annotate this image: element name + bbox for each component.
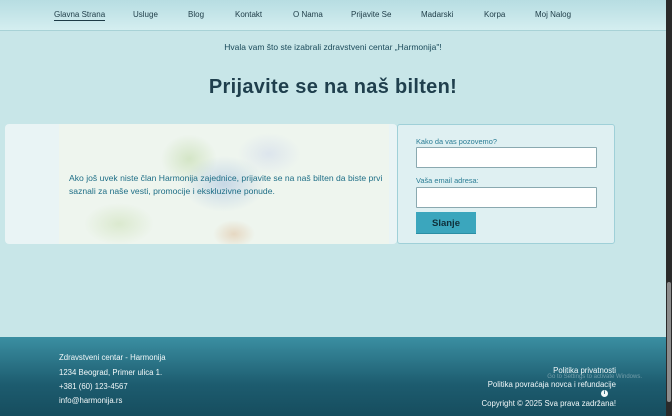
footer-email[interactable]: info@harmonija.rs [59, 396, 122, 405]
nav-contact[interactable]: Kontakt [235, 10, 262, 19]
nav-account[interactable]: Moj Nalog [535, 10, 571, 19]
copyright: Copyright © 2025 Sva prava zadržana! [481, 399, 616, 408]
scrollbar-thumb[interactable] [667, 282, 671, 402]
nav-cart[interactable]: Korpa [484, 10, 505, 19]
footer-phone: +381 (60) 123-4567 [59, 382, 128, 391]
footer-address: 1234 Beograd, Primer ulica 1. [59, 368, 163, 377]
name-label: Kako da vas pozovemo? [416, 137, 497, 146]
page-title: Prijavite se na naš bilten! [208, 76, 458, 98]
nav-services[interactable]: Usluge [133, 10, 158, 19]
newsletter-intro: Ako još uvek niste član Harmonija zajedn… [69, 173, 383, 196]
name-input[interactable] [416, 147, 597, 168]
email-label: Vaša email adresa: [416, 176, 479, 185]
nav-home[interactable]: Glavna Strana [54, 10, 106, 21]
footer-company: Zdravstveni centar - Harmonija [59, 353, 166, 362]
page-scrollbar[interactable] [666, 0, 672, 416]
submit-button[interactable]: Slanje [416, 212, 476, 234]
nav-language[interactable]: Madarski [421, 10, 453, 19]
main-nav: Glavna Strana Usluge Blog Kontakt O Nama… [0, 0, 666, 31]
privacy-link[interactable]: Politika privatnosti [553, 366, 616, 375]
thanks-message: Hvala vam što ste izabrali zdravstveni c… [224, 42, 442, 52]
nav-signup[interactable]: Prijavite Se [351, 10, 391, 19]
nav-blog[interactable]: Blog [188, 10, 204, 19]
info-icon[interactable]: i [601, 390, 608, 397]
nav-about[interactable]: O Nama [293, 10, 323, 19]
email-input[interactable] [416, 187, 597, 208]
refund-link[interactable]: Politika povraćaja novca i refundacije [488, 380, 616, 389]
